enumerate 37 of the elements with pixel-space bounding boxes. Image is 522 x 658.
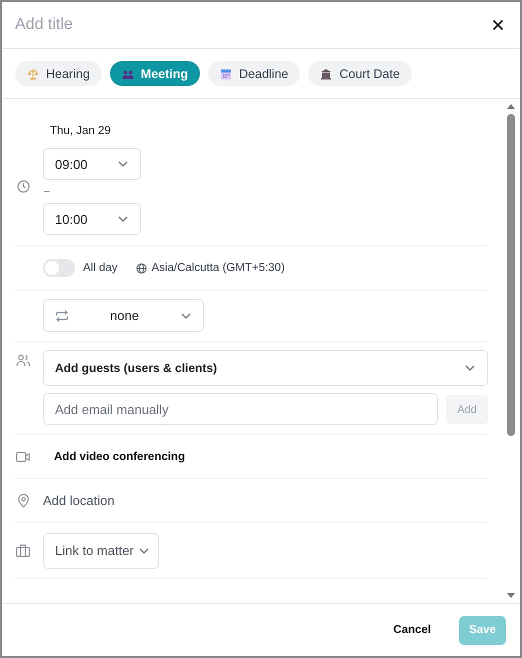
time-separator: – [44, 186, 50, 197]
video-icon [16, 452, 30, 462]
briefcase-icon [16, 544, 30, 557]
close-icon[interactable] [490, 17, 506, 33]
cancel-button[interactable]: Cancel [387, 623, 437, 637]
video-conferencing-link[interactable]: Add video conferencing [43, 450, 185, 462]
timezone-label[interactable]: Asia/Calcutta (GMT+5:30) [152, 262, 285, 274]
event-type-tab[interactable]: Deadline [208, 61, 300, 86]
event-date: Thu, Jan 29 [50, 125, 111, 137]
people-icon [16, 354, 30, 367]
scroll-up-icon[interactable] [506, 103, 516, 110]
scales-icon [27, 68, 39, 80]
repeat-select[interactable]: none [43, 299, 204, 332]
event-type-tab[interactable]: Court Date [308, 61, 412, 86]
chevron-down-icon [138, 546, 150, 554]
all-day-label: All day [83, 262, 118, 274]
chevron-down-icon [180, 312, 192, 320]
scroll-down-icon[interactable] [506, 592, 516, 599]
event-type-tab[interactable]: Meeting [110, 61, 200, 86]
chevron-down-icon [117, 215, 129, 223]
calendar-icon [220, 68, 232, 80]
event-type-tab[interactable]: Hearing [15, 61, 102, 86]
guests-select[interactable]: Add guests (users & clients) [43, 350, 488, 386]
end-time-select[interactable]: 10:00 [43, 203, 141, 235]
repeat-icon [55, 310, 69, 322]
location-pin-icon [18, 494, 28, 508]
email-field[interactable]: Add email manually [43, 393, 438, 425]
scrollbar-thumb[interactable] [507, 114, 515, 436]
people-icon [122, 68, 134, 80]
matter-select[interactable]: Link to matter [43, 532, 159, 568]
globe-icon [136, 262, 147, 274]
start-time-select[interactable]: 09:00 [43, 148, 141, 180]
chevron-down-icon [117, 160, 129, 168]
chevron-down-icon [464, 364, 476, 372]
courthouse-icon [320, 68, 332, 80]
all-day-toggle[interactable] [43, 259, 75, 277]
clock-icon [16, 180, 30, 192]
